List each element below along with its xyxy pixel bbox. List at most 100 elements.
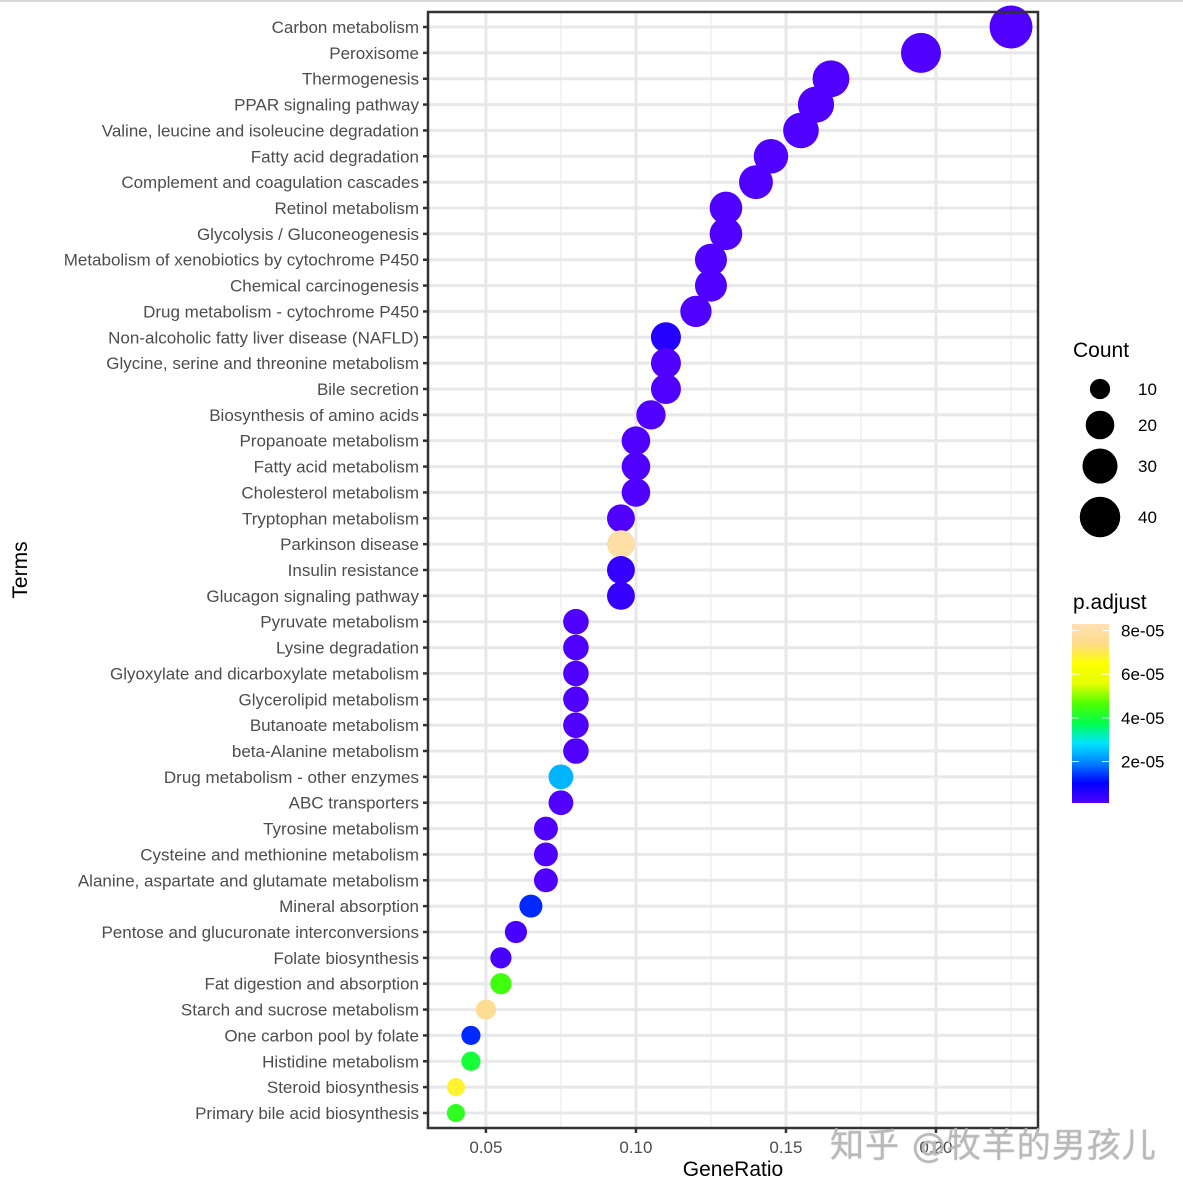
y-tick-label: Steroid biosynthesis	[267, 1078, 419, 1097]
colorbar-tick-label: 4e-05	[1121, 709, 1164, 728]
data-point	[563, 712, 589, 738]
data-point	[606, 504, 635, 533]
colorbar-tick-label: 8e-05	[1121, 622, 1164, 641]
y-tick-label: Insulin resistance	[288, 561, 419, 580]
size-legend-key	[1079, 496, 1121, 538]
data-point	[621, 452, 651, 481]
color-legend: p.adjust 2e-05 4e-05 6e-05 8e-05	[1072, 591, 1164, 803]
y-tick-label: Complement and coagulation cascades	[121, 173, 419, 192]
data-point	[563, 738, 589, 764]
data-point	[636, 400, 666, 430]
size-legend-key	[1082, 448, 1118, 484]
size-legend-key	[1089, 378, 1111, 400]
data-points	[446, 5, 1033, 1123]
data-point	[446, 1103, 465, 1123]
y-tick-label: Carbon metabolism	[272, 18, 419, 37]
data-point	[548, 764, 574, 790]
y-tick-label: Cholesterol metabolism	[241, 483, 419, 502]
y-tick-label: Fatty acid metabolism	[254, 458, 419, 477]
data-point	[563, 608, 589, 635]
dot-plot-chart: Carbon metabolism Peroxisome Thermogenesis…	[9, 5, 1164, 1181]
y-tick-label: Biosynthesis of amino acids	[209, 406, 419, 425]
y-tick-label: Glyoxylate and dicarboxylate metabolism	[110, 664, 419, 683]
y-tick-label: Tyrosine metabolism	[263, 820, 419, 839]
y-tick-label: Glycine, serine and threonine metabolism	[106, 354, 419, 373]
y-tick-label: Histidine metabolism	[262, 1052, 419, 1071]
y-tick-label: Lysine degradation	[276, 639, 419, 658]
x-tick-label: 0.10	[619, 1138, 652, 1157]
y-tick-label: Thermogenesis	[302, 70, 419, 89]
y-tick-label: Peroxisome	[329, 44, 419, 63]
y-tick-label: Folate biosynthesis	[273, 949, 419, 968]
data-point	[461, 1051, 481, 1071]
y-tick-label: Drug metabolism - other enzymes	[164, 768, 419, 787]
data-point	[461, 1025, 481, 1046]
size-legend-label: 10	[1138, 380, 1157, 399]
y-tick-label: Butanoate metabolism	[250, 716, 419, 735]
x-tick-label: 0.05	[469, 1138, 502, 1157]
data-point	[548, 790, 574, 816]
y-tick-label: ABC transporters	[289, 794, 419, 813]
data-point	[446, 1078, 465, 1097]
size-legend: Count 10 20 30 40	[1073, 339, 1157, 538]
y-tick-label: Glycerolipid metabolism	[239, 690, 419, 709]
y-tick-label: Retinol metabolism	[274, 199, 419, 218]
x-tick-label: 0.15	[769, 1138, 802, 1157]
data-point	[606, 530, 635, 559]
y-tick-label: Mineral absorption	[279, 897, 419, 916]
data-point	[533, 868, 558, 893]
y-tick-label: Metabolism of xenobiotics by cytochrome …	[64, 251, 419, 270]
data-point	[533, 816, 558, 841]
y-tick-label: Cysteine and methionine metabolism	[140, 845, 419, 864]
color-legend-title: p.adjust	[1073, 591, 1147, 614]
data-point	[563, 660, 589, 687]
y-tick-label: Glycolysis / Gluconeogenesis	[197, 225, 419, 244]
size-legend-label: 40	[1138, 508, 1157, 527]
colorbar-tick-label: 2e-05	[1121, 753, 1164, 772]
size-legend-title: Count	[1073, 339, 1129, 362]
size-legend-key	[1085, 410, 1115, 440]
y-tick-label: Bile secretion	[317, 380, 419, 399]
data-point	[606, 581, 635, 610]
y-tick-label: Valine, leucine and isoleucine degradati…	[102, 121, 419, 140]
y-tick-label: Fat digestion and absorption	[204, 975, 419, 994]
y-tick-label: Glucagon signaling pathway	[206, 587, 419, 606]
data-point	[519, 894, 543, 918]
y-tick-label: Chemical carcinogenesis	[230, 277, 419, 296]
data-point	[475, 999, 497, 1020]
colorbar	[1072, 624, 1109, 803]
x-axis-title: GeneRatio	[683, 1158, 783, 1181]
data-point	[621, 426, 651, 456]
colorbar-tick-label: 6e-05	[1121, 665, 1164, 684]
data-point	[533, 842, 558, 867]
data-point	[621, 478, 651, 507]
data-point	[504, 920, 527, 944]
gridlines-y	[428, 25, 1038, 1115]
data-point	[783, 112, 819, 149]
y-tick-label: Propanoate metabolism	[239, 432, 419, 451]
data-point	[563, 686, 589, 713]
data-point	[680, 295, 712, 328]
y-tick-label: Parkinson disease	[280, 535, 419, 554]
size-legend-label: 20	[1138, 416, 1157, 435]
data-point	[900, 32, 941, 73]
y-axis-ticks: Carbon metabolism Peroxisome Thermogenesis…	[64, 18, 428, 1123]
y-tick-label: Non-alcoholic fatty liver disease (NAFLD…	[108, 328, 419, 347]
y-tick-label: Pentose and glucuronate interconversions	[101, 923, 419, 942]
y-tick-label: Tryptophan metabolism	[242, 509, 419, 528]
y-tick-label: Alanine, aspartate and glutamate metabol…	[78, 871, 419, 890]
data-point	[606, 556, 635, 584]
data-point	[650, 348, 681, 379]
y-tick-label: beta-Alanine metabolism	[232, 742, 419, 761]
y-tick-label: Pyruvate metabolism	[260, 613, 419, 632]
size-legend-label: 30	[1138, 457, 1157, 476]
data-point	[490, 947, 512, 969]
y-axis-title: Terms	[9, 541, 32, 598]
y-tick-label: PPAR signaling pathway	[234, 96, 419, 115]
data-point	[650, 322, 681, 353]
y-tick-label: Drug metabolism - cytochrome P450	[143, 302, 419, 321]
data-point	[650, 373, 681, 405]
data-point	[739, 165, 773, 200]
y-tick-label: Fatty acid degradation	[251, 147, 419, 166]
watermark-text: 知乎 @牧羊的男孩儿	[830, 1126, 1157, 1166]
